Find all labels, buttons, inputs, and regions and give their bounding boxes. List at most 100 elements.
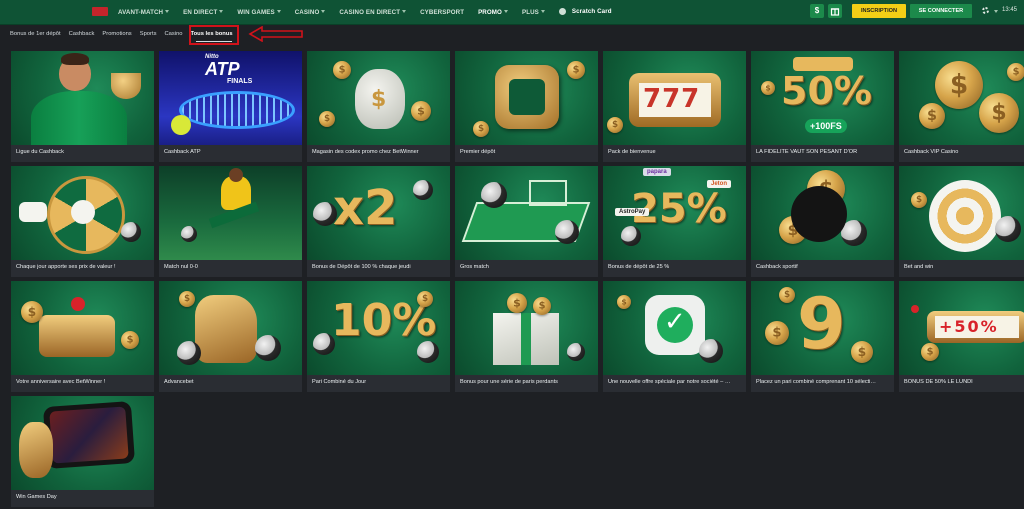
main-menu: AVANT-MATCH EN DIRECT WIN GAMES CASINO CASIN…	[118, 0, 626, 24]
tab-casino[interactable]: Casino	[164, 31, 182, 37]
chevron-down-icon	[402, 10, 407, 14]
bonus-card[interactable]: 777 Pack de bienvenue	[603, 51, 746, 162]
coin-icon	[567, 61, 585, 79]
player-jersey	[31, 91, 127, 145]
nav-item-casino[interactable]: CASINO	[295, 9, 326, 16]
bonus-card[interactable]: ✓ Une nouvelle offre spéciale par notre s…	[603, 281, 746, 392]
payment-tag: papara	[643, 168, 671, 176]
bonus-card-image	[11, 396, 154, 490]
bonus-card[interactable]: +50% BONUS DE 50% LE LUNDI	[899, 281, 1024, 392]
number-nine-text: 9	[797, 283, 846, 365]
bonus-card[interactable]: Chaque jour apporte ses prix de valeur !	[11, 166, 154, 277]
nav-item-casino-en-direct[interactable]: CASINO EN DIRECT	[339, 8, 407, 16]
login-button[interactable]: SE CONNECTER	[910, 4, 972, 18]
nav-item-scratch-card[interactable]: Scratch Card	[558, 8, 612, 16]
bonus-card-image: 9	[751, 281, 894, 375]
safe-door	[509, 79, 545, 115]
active-tab-underline	[196, 41, 232, 42]
bonus-50-text: +50%	[939, 317, 999, 336]
soccer-ball-icon	[481, 182, 507, 208]
coin-icon	[333, 61, 351, 79]
player-hair	[61, 53, 89, 65]
tab-bonus-de-1er-depot[interactable]: Bonus de 1er dépôt	[10, 31, 61, 37]
tab-promotions[interactable]: Promotions	[102, 31, 131, 37]
brand-logo[interactable]	[92, 7, 108, 16]
chevron-down-icon	[219, 10, 224, 14]
nav-item-cybersport[interactable]: CYBERSPORT	[420, 9, 464, 16]
bonus-card[interactable]: x2 Bonus de Dépôt de 100 % chaque jeudi	[307, 166, 450, 277]
bonus-card[interactable]: Votre anniversaire avec BetWinner !	[11, 281, 154, 392]
x2-text: x2	[333, 180, 398, 236]
bonus-card[interactable]: Win Games Day	[11, 396, 154, 507]
tennis-ball-icon	[171, 115, 191, 135]
coin-icon	[319, 111, 335, 127]
soccer-ball-icon	[181, 226, 197, 242]
soccer-ball-icon	[995, 216, 1021, 242]
bonus-card-image: +50%	[899, 281, 1024, 375]
bonus-card-image	[11, 166, 154, 260]
soccer-ball-icon	[177, 341, 201, 365]
payment-tag: Jeton	[707, 180, 732, 188]
coin-icon	[935, 61, 983, 109]
tab-sports[interactable]: Sports	[140, 31, 157, 37]
bonus-card-title: BONUS DE 50% LE LUNDI	[904, 379, 973, 385]
bonus-card[interactable]: 25% papara Jeton AstroPay Bonus de dépôt de …	[603, 166, 746, 277]
scratch-card-icon	[558, 8, 566, 16]
chevron-down-icon	[321, 10, 326, 14]
birthday-cake-icon	[39, 315, 115, 357]
coin-icon	[473, 121, 489, 137]
bonus-card[interactable]: Premier dépôt	[455, 51, 598, 162]
bonus-card-title: Match nul 0-0	[164, 264, 198, 270]
bonus-card[interactable]: Match nul 0-0	[159, 166, 302, 277]
bonus-card-title: Win Games Day	[16, 494, 57, 500]
bonus-card[interactable]: 9 Placez un pari combiné comprenant 10 sé…	[751, 281, 894, 392]
bonus-card-title: Premier dépôt	[460, 149, 496, 155]
nav-item-en-direct[interactable]: EN DIRECT	[183, 9, 224, 16]
gift-ribbon	[521, 313, 531, 365]
bonus-card-image	[751, 166, 894, 260]
bonus-card-title: Placez un pari combiné comprenant 10 sél…	[756, 379, 877, 385]
soccer-ball-icon	[313, 202, 337, 226]
bonus-card[interactable]: 10% Pari Combiné du Jour	[307, 281, 450, 392]
bonus-card[interactable]: Advancebet	[159, 281, 302, 392]
bonus-card-image: Nitto ATP FINALS	[159, 51, 302, 145]
soccer-ball-icon	[567, 343, 585, 361]
bonus-card[interactable]: Cashback sportif	[751, 166, 894, 277]
nav-item-avant-match[interactable]: AVANT-MATCH	[118, 9, 170, 16]
coin-icon	[919, 103, 945, 129]
bonus-card-title: Une nouvelle offre spéciale par notre so…	[608, 379, 731, 385]
bonus-card-image: 777	[603, 51, 746, 145]
nav-item-win-games[interactable]: WIN GAMES	[237, 9, 281, 16]
bonus-card[interactable]: Bet and win	[899, 166, 1024, 277]
target-icon	[929, 180, 1001, 252]
coin-icon	[851, 341, 873, 363]
chevron-down-icon	[503, 10, 508, 14]
deposit-button[interactable]: $	[810, 4, 824, 18]
bonus-card[interactable]: Nitto ATP FINALS Cashback ATP	[159, 51, 302, 162]
soccer-ball-icon	[313, 333, 335, 355]
bonus-card-image	[159, 281, 302, 375]
bonus-card-image	[455, 51, 598, 145]
percent-50-text: 50%	[781, 69, 872, 113]
nav-item-promo[interactable]: PROMO	[478, 9, 508, 16]
nav-item-plus[interactable]: PLUS	[522, 9, 545, 16]
register-button[interactable]: INSCRIPTION	[852, 4, 906, 18]
bonus-card[interactable]: Bonus pour une série de paris perdants	[455, 281, 598, 392]
bonus-card[interactable]: $ Magasin des codex promo chez BetWinner	[307, 51, 450, 162]
coin-icon	[765, 321, 789, 345]
payment-tag: AstroPay	[615, 208, 650, 216]
settings-chevron-down-icon[interactable]	[994, 10, 998, 13]
bonus-card-image	[11, 51, 154, 145]
bonus-card[interactable]: Cashback VIP Casino	[899, 51, 1024, 162]
check-icon: ✓	[664, 307, 686, 337]
gift-button[interactable]	[828, 4, 842, 18]
settings-gear-icon[interactable]	[982, 7, 989, 14]
nav-item-label: CASINO EN DIRECT	[339, 8, 401, 16]
tab-cashback[interactable]: Cashback	[69, 31, 95, 37]
coin-icon	[979, 93, 1019, 133]
bonus-card[interactable]: 50% +100FS LA FIDÉLITÉ VAUT SON PESANT D'O…	[751, 51, 894, 162]
bonus-card-title: Pack de bienvenue	[608, 149, 656, 155]
gamepad-icon	[19, 202, 47, 222]
bonus-card[interactable]: Gros match	[455, 166, 598, 277]
bonus-card[interactable]: Ligue du Cashback	[11, 51, 154, 162]
